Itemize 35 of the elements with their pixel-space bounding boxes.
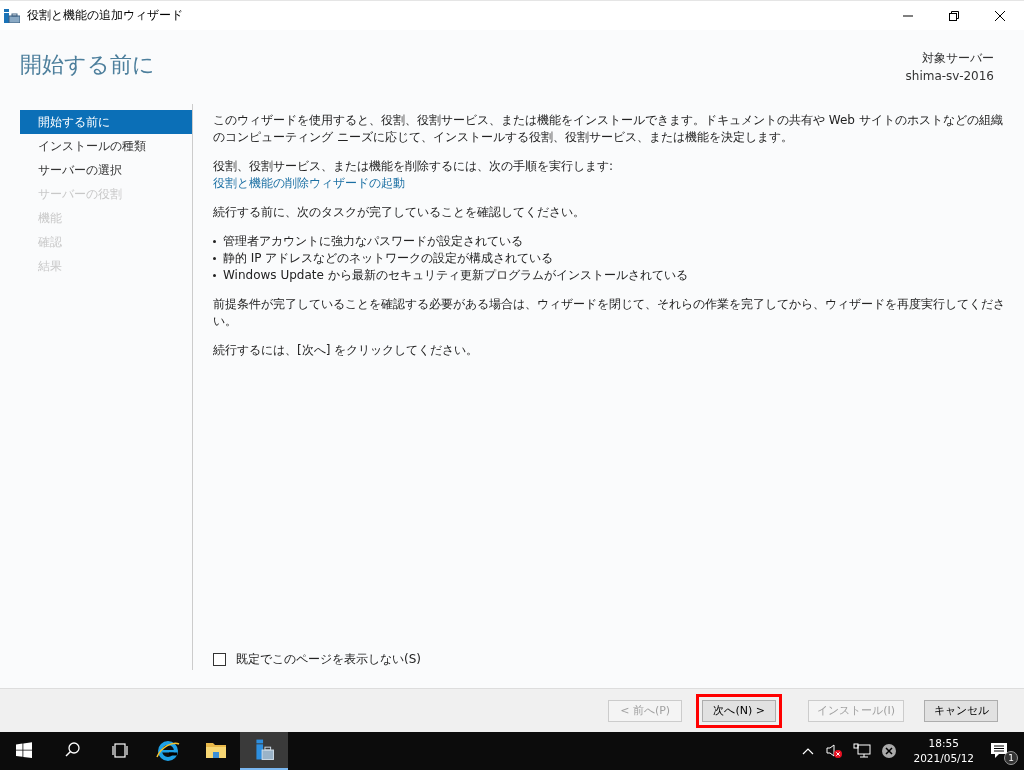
wizard-button[interactable]: キャンセル xyxy=(924,699,998,722)
network-icon[interactable] xyxy=(853,743,872,759)
restore-icon[interactable] xyxy=(948,9,960,22)
description-text: 前提条件が完了していることを確認する必要がある場合は、ウィザードを閉じて、それらの作業を完了してから、ウィザードを再度実行してください。 xyxy=(213,296,1006,330)
target-server-label: 対象サーバー xyxy=(922,50,994,67)
page-heading: 開始する前に xyxy=(20,51,155,79)
wizard-step[interactable]: 開始する前に xyxy=(20,110,192,134)
server-toolbox-icon xyxy=(4,8,20,23)
target-server-name: shima-sv-2016 xyxy=(905,69,994,83)
clock-time[interactable]: 18:55 xyxy=(928,736,959,751)
chevron-up-icon[interactable] xyxy=(801,746,816,756)
remove-wizard-link[interactable]: 役割と機能の削除ウィザードの起動 xyxy=(213,175,405,192)
description-text: このウィザードを使用すると、役割、役割サービス、または機能をインストールできます。ドキュメントの共有や Web サイトのホストなどの組織のコンピューティング ニーズに応じて、インストールする役割、役割サービス、または機能を決定します。 xyxy=(213,112,1004,146)
prerequisite-item: Windows Update から最新のセキュリティ更新プログラムがインストールされている xyxy=(223,267,688,284)
wizard-button[interactable]: 次へ(N) > xyxy=(702,699,777,722)
wizard-step[interactable]: サーバーの選択 xyxy=(20,158,192,182)
bullet-icon xyxy=(213,257,216,260)
clock-date[interactable]: 2021/05/12 xyxy=(913,751,974,766)
checkbox-label: 既定でこのページを表示しない(S) xyxy=(236,651,421,668)
error-circle-icon[interactable] xyxy=(881,743,898,759)
description-text: 続行する前に、次のタスクが完了していることを確認してください。 xyxy=(213,204,586,221)
prerequisite-item: 管理者アカウントに強力なパスワードが設定されている xyxy=(223,233,523,250)
bullet-icon xyxy=(213,240,216,243)
prerequisite-item: 静的 IP アドレスなどのネットワークの設定が構成されている xyxy=(223,250,554,267)
server-toolbox-icon[interactable] xyxy=(240,732,288,770)
checkbox[interactable] xyxy=(213,653,226,666)
notification-icon[interactable] xyxy=(990,742,1008,760)
speaker-muted-icon[interactable] xyxy=(825,743,844,759)
window-title: 役割と機能の追加ウィザード xyxy=(27,7,183,24)
wizard-step[interactable]: インストールの種類 xyxy=(20,134,192,158)
bullet-icon xyxy=(213,274,216,277)
description-text: 役割、役割サービス、または機能を削除するには、次の手順を実行します: xyxy=(213,158,615,175)
description-text: 続行するには、[次へ] をクリックしてください。 xyxy=(213,342,480,359)
notification-count: 1 xyxy=(1004,751,1018,765)
close-icon[interactable] xyxy=(994,9,1006,22)
